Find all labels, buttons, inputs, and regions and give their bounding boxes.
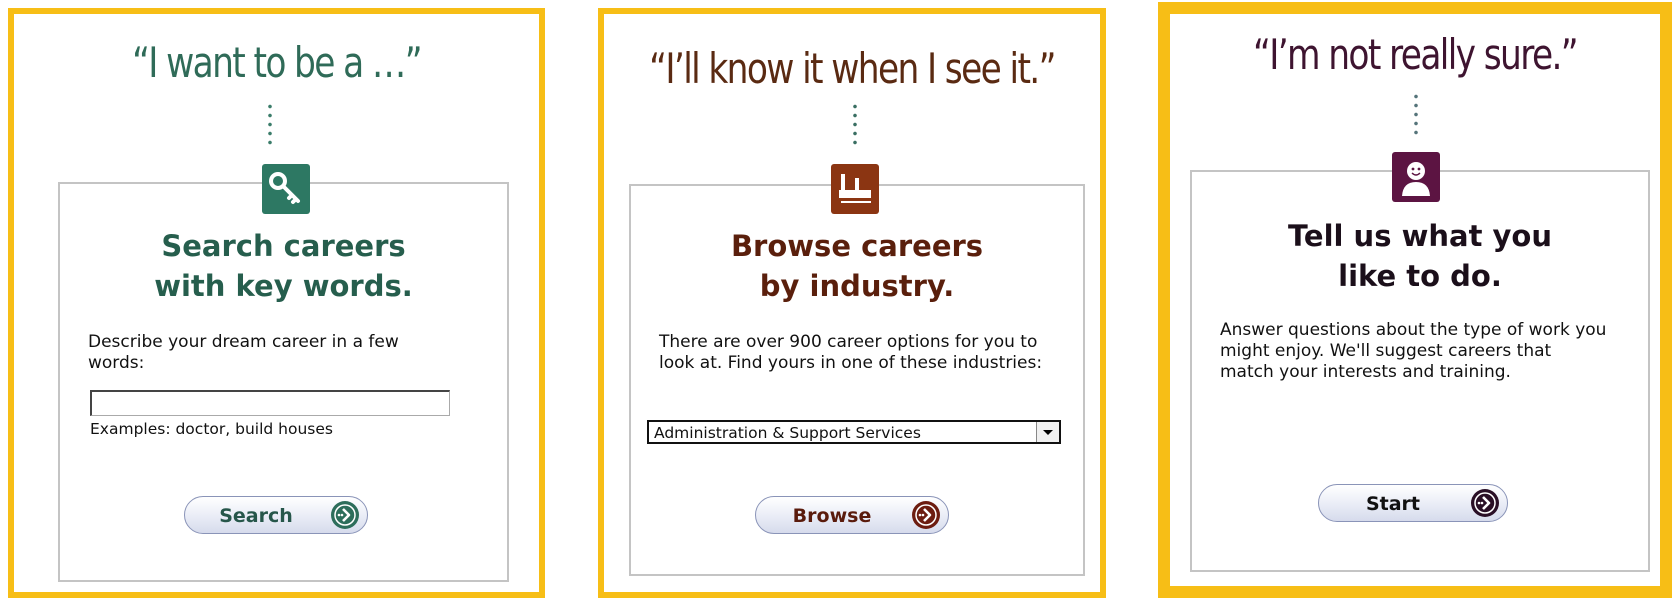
heading-line: with key words. — [154, 269, 413, 303]
key-icon — [262, 164, 310, 214]
button-label: Browse — [792, 505, 872, 527]
examples-text: Examples: doctor, build houses — [90, 420, 333, 438]
arrow-right-icon — [1471, 489, 1499, 517]
card-heading: Tell us what you like to do. — [1192, 216, 1648, 296]
browse-card: Browse careers by industry. There are ov… — [629, 184, 1085, 576]
card-heading: Browse careers by industry. — [631, 226, 1083, 306]
chevron-down-icon[interactable] — [1036, 422, 1059, 442]
start-button[interactable]: Start — [1318, 484, 1508, 522]
button-label: Start — [1365, 493, 1421, 515]
panel-quote: “I want to be a …” — [132, 38, 422, 87]
search-careers-panel: “I want to be a …” Search careers with k… — [8, 8, 545, 598]
card-heading: Search careers with key words. — [60, 226, 507, 306]
panel-quote: “I’ll know it when I see it.” — [649, 44, 1056, 93]
arrow-right-icon — [331, 501, 359, 529]
industry-select[interactable]: Administration & Support Services — [647, 420, 1061, 444]
quiz-card: Tell us what you like to do. Answer ques… — [1190, 170, 1650, 572]
factory-icon — [831, 164, 879, 214]
person-icon — [1392, 152, 1440, 202]
select-value: Administration & Support Services — [654, 424, 921, 442]
card-description: There are over 900 career options for yo… — [659, 332, 1043, 373]
button-label: Search — [219, 505, 293, 527]
heading-line: like to do. — [1338, 259, 1502, 293]
heading-line: Browse careers — [730, 229, 984, 263]
browse-careers-panel: “I’ll know it when I see it.” Browse car… — [598, 8, 1106, 598]
search-card: Search careers with key words. Describe … — [58, 182, 509, 582]
arrow-right-icon — [912, 501, 940, 529]
keyword-search-input[interactable] — [90, 390, 450, 416]
heading-line: by industry. — [759, 269, 955, 303]
card-description: Describe your dream career in a few word… — [88, 332, 399, 373]
interest-quiz-panel: “I’m not really sure.” Tell us what you … — [1158, 2, 1672, 598]
dotted-connector — [268, 102, 272, 148]
heading-line: Tell us what you — [1287, 219, 1553, 253]
heading-line: Search careers — [161, 229, 406, 263]
dotted-connector — [1414, 92, 1418, 138]
card-description: Answer questions about the type of work … — [1220, 320, 1607, 382]
search-button[interactable]: Search — [184, 496, 368, 534]
panel-quote: “I’m not really sure.” — [1252, 30, 1579, 79]
dotted-connector — [853, 102, 857, 148]
browse-button[interactable]: Browse — [755, 496, 949, 534]
